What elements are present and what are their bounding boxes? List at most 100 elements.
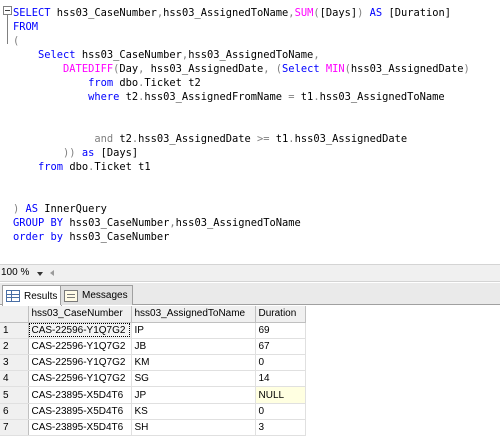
code-token: hss03_AssignedToName — [175, 217, 301, 230]
column-header-case-number[interactable]: hss03_CaseNumber — [28, 306, 132, 323]
code-token: from — [13, 77, 120, 90]
code-token: [Duration] — [388, 7, 452, 19]
collapse-toggle-icon[interactable] — [3, 6, 12, 15]
code-token: hss03_CaseNumber — [50, 7, 157, 19]
code-line: ) AS InnerQuery — [13, 202, 107, 216]
code-line: Select hss03_CaseNumber,hss03_AssignedTo… — [13, 48, 320, 62]
code-line: and t2.hss03_AssignedDate >= t1.hss03_As… — [13, 132, 407, 146]
code-line: from dbo.Ticket t1 — [13, 160, 151, 174]
cell-case-number[interactable]: CAS-22596-Y1Q7G2 — [28, 322, 132, 339]
code-token: )) — [13, 147, 82, 160]
row-number[interactable]: 4 — [0, 370, 29, 388]
table-row[interactable]: 4 CAS-22596-Y1Q7G2 SG 14 — [0, 370, 306, 388]
cell-assigned-to-name[interactable]: KM — [131, 354, 256, 372]
code-token: hss03_AssignedToName — [188, 49, 314, 62]
row-number[interactable]: 3 — [0, 354, 29, 372]
results-grid-icon — [6, 290, 20, 302]
code-token: [Days] — [100, 147, 139, 160]
code-token: Select — [282, 63, 326, 76]
cell-assigned-to-name[interactable]: KS — [131, 403, 256, 420]
code-token: GROUP BY — [13, 217, 70, 230]
cell-assigned-to-name[interactable]: SG — [131, 370, 256, 388]
code-line: from dbo.Ticket t2 — [13, 76, 201, 90]
tab-results-label: Results — [24, 290, 58, 302]
code-token: SELECT — [13, 7, 51, 19]
code-token: hss03_AssignedDate — [294, 133, 408, 146]
zoom-dropdown-arrow-icon[interactable] — [37, 272, 43, 276]
table-row[interactable]: 7 CAS-23895-X5D4T6 SH 3 — [0, 419, 306, 437]
code-line: DATEDIFF(Day, hss03_AssignedDate, (Selec… — [13, 62, 470, 76]
table-row[interactable]: 5 CAS-23895-X5D4T6 JP NULL — [0, 386, 306, 404]
zoom-level[interactable]: 100 % — [1, 267, 29, 278]
cell-case-number[interactable]: CAS-22596-Y1Q7G2 — [28, 370, 132, 388]
code-token: hss03_AssignedToName — [163, 7, 289, 19]
code-token: order by — [13, 231, 70, 244]
code-line: )) as [Days] — [13, 146, 138, 160]
cell-assigned-to-name[interactable]: JP — [131, 386, 256, 404]
code-token: , — [138, 63, 151, 76]
row-number[interactable]: 7 — [0, 419, 29, 437]
cell-assigned-to-name[interactable]: IP — [131, 322, 256, 339]
code-token: hss03_AssignedToName — [319, 91, 445, 104]
code-token: t1 — [275, 133, 289, 146]
code-token: Ticket t2 — [144, 77, 201, 90]
table-row[interactable]: 1 CAS-22596-Y1Q7G2 IP 69 — [0, 322, 306, 339]
cell-duration[interactable]: 3 — [255, 419, 306, 437]
code-token: as — [81, 147, 101, 160]
cell-duration[interactable]: NULL — [255, 386, 306, 404]
row-number[interactable]: 1 — [0, 322, 29, 339]
code-token: t2 — [119, 133, 132, 146]
code-token: Day — [119, 63, 139, 76]
cell-duration[interactable]: 0 — [255, 403, 306, 420]
messages-icon — [64, 289, 78, 302]
code-line: SELECT hss03_CaseNumber,hss03_AssignedTo… — [13, 6, 451, 20]
code-token: hss03_CaseNumber — [81, 49, 182, 62]
row-number[interactable]: 5 — [0, 386, 29, 404]
column-header-assigned-to-name[interactable]: hss03_AssignedToName — [131, 306, 256, 323]
result-tabs: Results Messages — [0, 283, 500, 306]
cell-assigned-to-name[interactable]: JB — [131, 338, 256, 356]
code-token: ( — [13, 35, 20, 48]
table-row[interactable]: 6 CAS-23895-X5D4T6 KS 0 — [0, 403, 306, 420]
code-token: AS — [25, 203, 45, 216]
cell-case-number[interactable]: CAS-22596-Y1Q7G2 — [28, 354, 132, 372]
row-number[interactable]: 2 — [0, 338, 29, 356]
code-line: GROUP BY hss03_CaseNumber,hss03_Assigned… — [13, 216, 301, 230]
code-token: ) — [13, 203, 26, 216]
cell-case-number[interactable]: CAS-22596-Y1Q7G2 — [28, 338, 132, 356]
code-token: and — [13, 133, 120, 146]
cell-case-number[interactable]: CAS-23895-X5D4T6 — [28, 419, 132, 437]
scroll-left-arrow-icon[interactable] — [50, 270, 54, 276]
tab-messages-label: Messages — [82, 290, 128, 301]
cell-case-number[interactable]: CAS-23895-X5D4T6 — [28, 386, 132, 404]
code-token: hss03_CaseNumber — [69, 217, 170, 230]
code-token: InnerQuery — [44, 203, 107, 216]
cell-duration[interactable]: 69 — [255, 322, 306, 339]
code-token: from — [13, 161, 70, 174]
results-grid[interactable]: hss03_CaseNumber hss03_AssignedToName Du… — [0, 306, 500, 445]
row-number-header[interactable] — [0, 306, 29, 323]
code-token: hss03_AssignedDate — [150, 63, 264, 76]
code-token: Ticket t1 — [94, 161, 151, 174]
code-token: SUM — [294, 7, 314, 19]
cell-duration[interactable]: 14 — [255, 370, 306, 388]
cell-assigned-to-name[interactable]: SH — [131, 419, 256, 437]
code-token: where — [13, 91, 126, 104]
sql-editor[interactable]: SELECT hss03_CaseNumber,hss03_AssignedTo… — [0, 0, 500, 260]
table-row[interactable]: 2 CAS-22596-Y1Q7G2 JB 67 — [0, 338, 306, 356]
code-line: ( — [13, 34, 19, 48]
code-token: DATEDIFF — [13, 63, 114, 76]
cell-duration[interactable]: 0 — [255, 354, 306, 372]
cell-case-number[interactable]: CAS-23895-X5D4T6 — [28, 403, 132, 420]
tab-results[interactable]: Results — [2, 285, 63, 306]
table-row[interactable]: 3 CAS-22596-Y1Q7G2 KM 0 — [0, 354, 306, 372]
code-token: hss03_AssignedDate — [138, 133, 257, 146]
row-number[interactable]: 6 — [0, 403, 29, 420]
code-token: MIN — [325, 63, 345, 76]
cell-duration[interactable]: 67 — [255, 338, 306, 356]
tab-messages[interactable]: Messages — [60, 285, 133, 305]
code-token: AS — [363, 7, 389, 19]
code-token: , ( — [263, 63, 283, 76]
column-header-duration[interactable]: Duration — [255, 306, 306, 323]
code-token: , — [313, 49, 320, 62]
